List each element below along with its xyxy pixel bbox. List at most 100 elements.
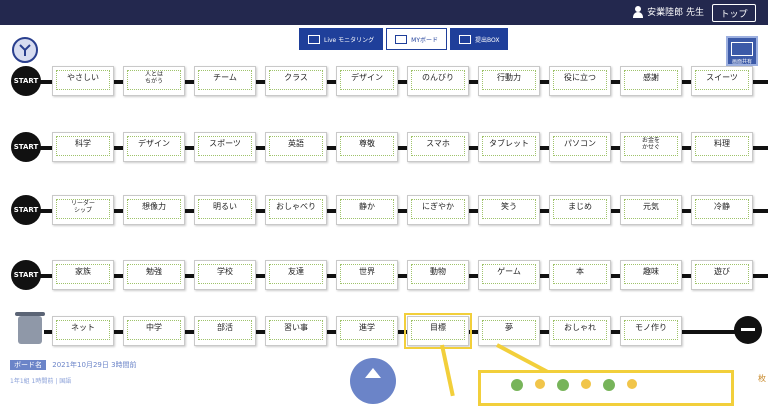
card-track-3: START リーダー シップ 想像力 明るい おしゃべり 静か にぎやか 笑う まじめ 元気 冷静 (0, 195, 768, 225)
word-card[interactable]: モノ作り (620, 316, 682, 346)
word-card[interactable]: 本 (549, 260, 611, 290)
word-card[interactable]: にぎやか (407, 195, 469, 225)
status-sub: 1年1組 1時間前 | 国語 (10, 378, 72, 385)
card-word: チーム (213, 73, 237, 82)
tab-my-board[interactable]: MYボード (386, 28, 448, 50)
card-track-4: START 家族 勉強 学校 友達 世界 動物 ゲーム 本 趣味 遊び (0, 260, 768, 290)
app-logo[interactable] (12, 37, 38, 63)
word-card[interactable]: スマホ (407, 132, 469, 162)
card-word: スポーツ (209, 139, 241, 148)
word-card[interactable]: 友達 (265, 260, 327, 290)
card-word: スイーツ (706, 73, 738, 82)
card-word: 行動力 (497, 73, 521, 82)
word-card[interactable]: 冷静 (691, 195, 753, 225)
clover-icon (557, 379, 569, 391)
top-bar: 安業陸郎 先生 トップ (0, 0, 768, 25)
word-card[interactable]: 料理 (691, 132, 753, 162)
word-card[interactable]: 部活 (194, 316, 256, 346)
word-card[interactable]: やさしい (52, 66, 114, 96)
card-word: デザイン (351, 73, 383, 82)
word-card[interactable]: 家族 (52, 260, 114, 290)
minus-button[interactable] (734, 316, 762, 344)
word-card[interactable]: スポーツ (194, 132, 256, 162)
zoom-guide-line (440, 344, 455, 397)
word-card[interactable]: おしゃべり (265, 195, 327, 225)
card-word: 進学 (359, 323, 375, 332)
word-card[interactable]: 想像力 (123, 195, 185, 225)
tab-submit-box[interactable]: 提出BOX (450, 28, 509, 50)
word-card[interactable]: 目標 (404, 313, 472, 349)
word-card[interactable]: 行動力 (478, 66, 540, 96)
user-icon (633, 5, 644, 18)
card-word: 趣味 (643, 267, 659, 276)
word-card[interactable]: チーム (194, 66, 256, 96)
word-card[interactable]: 世界 (336, 260, 398, 290)
word-card[interactable]: リーダー シップ (52, 195, 114, 225)
word-card[interactable]: デザイン (123, 132, 185, 162)
scroll-up-button[interactable] (350, 358, 396, 404)
card-word: 英語 (288, 139, 304, 148)
card-word: クラス (284, 73, 308, 82)
tab-label: MYボード (411, 36, 439, 44)
card-word: 遊び (714, 267, 730, 276)
word-card[interactable]: 人とは ちがう (123, 66, 185, 96)
card-word: 動物 (430, 267, 446, 276)
card-word: 明るい (213, 202, 237, 211)
start-marker: START (11, 66, 41, 96)
word-card[interactable]: クラス (265, 66, 327, 96)
word-card[interactable]: 勉強 (123, 260, 185, 290)
word-card[interactable]: 科学 (52, 132, 114, 162)
card-word: リーダー シップ (70, 200, 95, 214)
word-card[interactable]: 遊び (691, 260, 753, 290)
word-card[interactable]: 役に立つ (549, 66, 611, 96)
board-status: ボード名 2021年10月29日 3時間前 (10, 360, 137, 370)
word-card[interactable]: 夢 (478, 316, 540, 346)
card-word: のんびり (422, 73, 454, 82)
word-card[interactable]: スイーツ (691, 66, 753, 96)
word-card[interactable]: 感謝 (620, 66, 682, 96)
start-marker: START (11, 195, 41, 225)
word-card[interactable]: 明るい (194, 195, 256, 225)
word-card[interactable]: のんびり (407, 66, 469, 96)
word-card[interactable]: 趣味 (620, 260, 682, 290)
word-card[interactable]: デザイン (336, 66, 398, 96)
word-card[interactable]: ネット (52, 316, 114, 346)
word-card[interactable]: 笑う (478, 195, 540, 225)
card-word: ネット (71, 323, 95, 332)
word-card[interactable]: 元気 (620, 195, 682, 225)
start-marker: START (11, 260, 41, 290)
card-word: お金を かせぐ (641, 137, 660, 151)
word-card[interactable]: 習い事 (265, 316, 327, 346)
word-card[interactable]: 進学 (336, 316, 398, 346)
word-card[interactable]: 尊敬 (336, 132, 398, 162)
card-word: 本 (576, 267, 584, 276)
word-card[interactable]: 動物 (407, 260, 469, 290)
tab-live-monitoring[interactable]: Live モニタリング (299, 28, 384, 50)
clover-icon (511, 379, 523, 391)
tab-label: 提出BOX (475, 36, 500, 44)
word-card[interactable]: ゲーム (478, 260, 540, 290)
word-card[interactable]: 学校 (194, 260, 256, 290)
word-card[interactable]: 静か (336, 195, 398, 225)
box-icon (459, 34, 472, 44)
word-card[interactable]: お金を かせぐ (620, 132, 682, 162)
word-card[interactable]: タブレット (478, 132, 540, 162)
y-logo-icon (19, 44, 31, 56)
trash-icon[interactable] (15, 312, 45, 344)
start-marker: START (11, 132, 41, 162)
user-info: 安業陸郎 先生 (633, 5, 704, 18)
card-word: 中学 (146, 323, 162, 332)
card-word: 料理 (714, 139, 730, 148)
card-word: 静か (359, 202, 375, 211)
clover-icon (603, 379, 615, 391)
word-card[interactable]: 中学 (123, 316, 185, 346)
word-card[interactable]: 英語 (265, 132, 327, 162)
top-button[interactable]: トップ (712, 4, 756, 22)
screen-share-button[interactable]: 画面共有 (726, 36, 758, 66)
card-word: 家族 (75, 267, 91, 276)
word-card[interactable]: パソコン (549, 132, 611, 162)
card-word: 想像力 (142, 202, 166, 211)
word-card[interactable]: おしゃれ (549, 316, 611, 346)
screen-icon (731, 42, 753, 56)
word-card[interactable]: まじめ (549, 195, 611, 225)
